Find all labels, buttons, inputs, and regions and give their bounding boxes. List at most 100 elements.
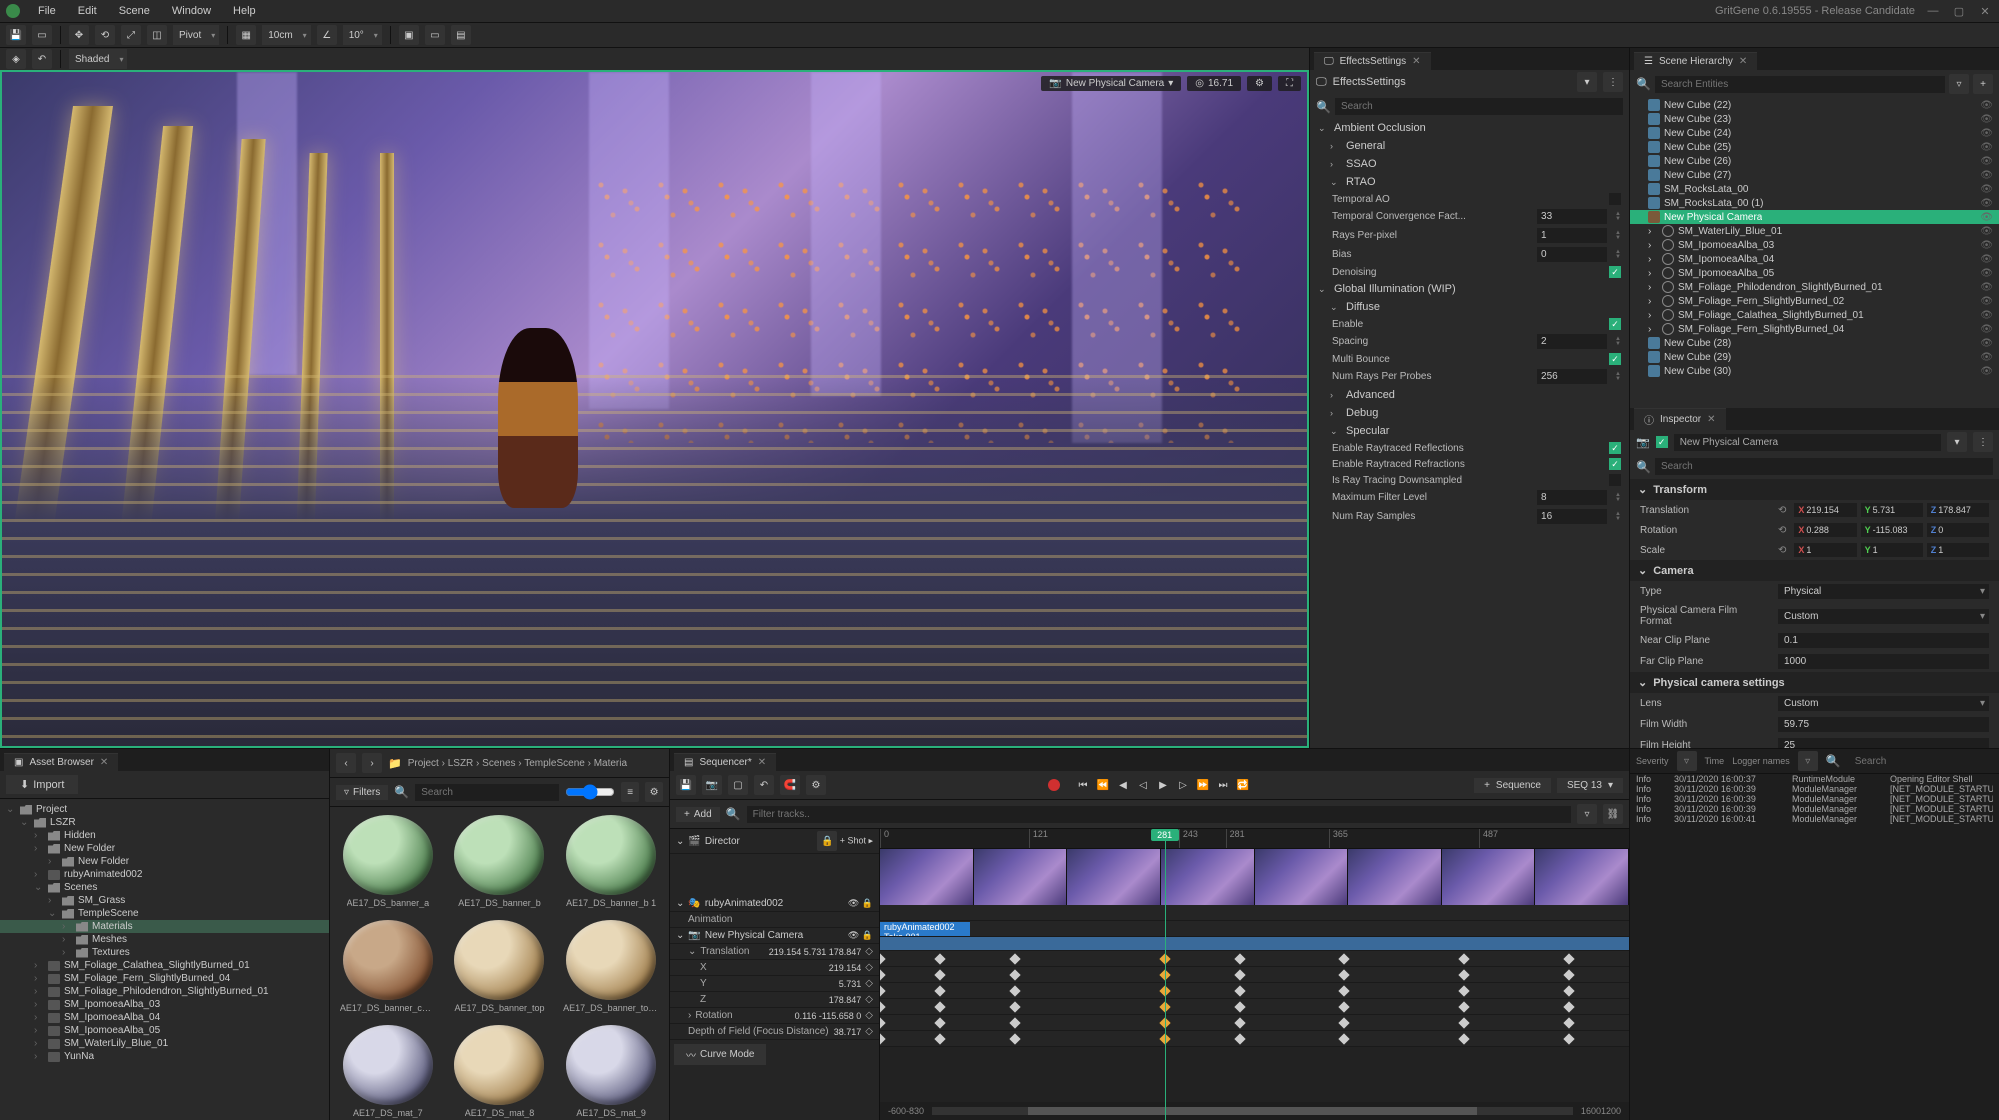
project-tree-item[interactable]: ›Textures [0, 946, 329, 959]
visibility-icon[interactable]: 👁 [1980, 226, 1993, 237]
section-advanced[interactable]: ›Advanced [1310, 386, 1629, 404]
more-icon[interactable]: ⋮ [1973, 432, 1993, 452]
keyframe[interactable] [1459, 1033, 1470, 1044]
asset-item[interactable]: AE17_DS_mat_9 [559, 1023, 663, 1120]
translation-track[interactable]: ⌄Translation219.154 5.731 178.847◇ [670, 944, 879, 960]
section-transform[interactable]: ⌄Transform [1630, 479, 1999, 500]
track-filter-input[interactable] [747, 806, 1571, 823]
hierarchy-item[interactable]: New Cube (27)👁 [1630, 168, 1999, 182]
transform-tool-icon[interactable]: ◫ [147, 25, 167, 45]
log-row[interactable]: Info30/11/2020 16:00:39ModuleManager[NET… [1630, 794, 1999, 804]
project-tree-item[interactable]: ›SM_IpomoeaAlba_04 [0, 1011, 329, 1024]
maximize-button[interactable]: ▢ [1951, 4, 1967, 18]
checkbox[interactable] [1609, 266, 1621, 278]
reset-icon[interactable]: ⟲ [1778, 525, 1786, 536]
forward-icon[interactable]: › [362, 753, 382, 773]
settings-icon[interactable]: ▤ [451, 25, 471, 45]
chevron-icon[interactable]: › [34, 973, 44, 984]
project-tree-item[interactable]: ›YunNa [0, 1050, 329, 1063]
chevron-right-icon[interactable]: › [1648, 324, 1658, 335]
filter-icon[interactable]: ▿ [1577, 804, 1597, 824]
build-icon[interactable]: ▭ [425, 25, 445, 45]
close-button[interactable]: ✕ [1977, 4, 1993, 18]
number-input[interactable]: 2 [1537, 334, 1607, 349]
visibility-icon[interactable]: 👁 [1980, 324, 1993, 335]
keyframe[interactable] [1234, 1017, 1245, 1028]
keyframe[interactable] [934, 969, 945, 980]
close-tab-icon[interactable]: ✕ [100, 757, 108, 768]
chevron-icon[interactable]: › [34, 830, 44, 841]
keyframe[interactable] [1459, 1017, 1470, 1028]
keyframe[interactable] [934, 1017, 945, 1028]
effects-search-input[interactable] [1335, 98, 1623, 115]
hierarchy-item[interactable]: ›SM_Foliage_Fern_SlightlyBurned_02👁 [1630, 294, 1999, 308]
log-row[interactable]: Info30/11/2020 16:00:39ModuleManager[NET… [1630, 804, 1999, 814]
chevron-right-icon[interactable]: › [1648, 296, 1658, 307]
pivot-dropdown[interactable]: Pivot [173, 25, 219, 45]
menu-scene[interactable]: Scene [109, 3, 160, 19]
record-button[interactable] [1048, 779, 1060, 791]
hierarchy-item[interactable]: ›SM_WaterLily_Blue_01👁 [1630, 224, 1999, 238]
anim-subtrack[interactable]: Animation [670, 912, 879, 928]
keyframe[interactable] [1459, 953, 1470, 964]
chevron-right-icon[interactable]: › [1648, 226, 1658, 237]
seq-render-icon[interactable]: ▢ [728, 775, 748, 795]
asset-item[interactable]: AE17_DS_banner_center [336, 918, 440, 1015]
loop-icon[interactable]: 🔁 [1234, 776, 1252, 794]
save-icon[interactable]: 💾 [6, 25, 26, 45]
sequencer-tab[interactable]: ▤ Sequencer* ✕ [674, 753, 776, 771]
visibility-icon[interactable]: 👁 [1980, 142, 1993, 153]
entity-enabled-checkbox[interactable] [1656, 436, 1668, 448]
hierarchy-item[interactable]: New Cube (29)👁 [1630, 350, 1999, 364]
section-physical-camera[interactable]: ⌄Physical camera settings [1630, 672, 1999, 693]
reset-icon[interactable]: ⟲ [1778, 545, 1786, 556]
far-clip-input[interactable]: 1000 [1778, 654, 1989, 669]
section-rtao[interactable]: ⌄RTAO [1310, 173, 1629, 191]
close-tab-icon[interactable]: ✕ [1412, 56, 1420, 67]
keyframe[interactable] [1339, 1033, 1350, 1044]
chevron-right-icon[interactable]: › [1648, 268, 1658, 279]
asset-item[interactable]: AE17_DS_banner_a [336, 813, 440, 910]
project-tree-item[interactable]: ›SM_IpomoeaAlba_03 [0, 998, 329, 1011]
minimize-button[interactable]: — [1925, 4, 1941, 18]
viewport-layers-icon[interactable]: ◈ [6, 49, 26, 69]
x-track[interactable]: X219.154◇ [670, 960, 879, 976]
chevron-icon[interactable]: › [34, 869, 44, 880]
back-icon[interactable]: ‹ [336, 753, 356, 773]
keyframe[interactable] [880, 1001, 886, 1012]
seq-settings-icon[interactable]: ⚙ [806, 775, 826, 795]
checkbox[interactable] [1609, 474, 1621, 486]
chevron-icon[interactable]: ⌄ [6, 804, 16, 815]
hierarchy-item[interactable]: ›SM_Foliage_Calathea_SlightlyBurned_01👁 [1630, 308, 1999, 322]
project-tree-item[interactable]: ›SM_Foliage_Philodendron_SlightlyBurned_… [0, 985, 329, 998]
step-back-icon[interactable]: ◀ [1114, 776, 1132, 794]
asset-item[interactable]: AE17_DS_banner_b 1 [559, 813, 663, 910]
playhead[interactable] [1165, 829, 1166, 1120]
keyframe[interactable] [1234, 985, 1245, 996]
play-icon[interactable]: ▣ [399, 25, 419, 45]
visibility-icon[interactable]: 👁 [1980, 184, 1993, 195]
visibility-icon[interactable]: 👁 [1980, 296, 1993, 307]
go-end-icon[interactable]: ⏭ [1214, 776, 1232, 794]
section-specular[interactable]: ⌄Specular [1310, 422, 1629, 440]
keyframe[interactable] [1563, 1001, 1574, 1012]
chevron-right-icon[interactable]: › [1648, 282, 1658, 293]
visibility-icon[interactable]: 👁 [1980, 352, 1993, 363]
anim-track[interactable]: ⌄🎭rubyAnimated002👁 🔒 [670, 896, 879, 912]
hierarchy-item[interactable]: ›SM_IpomoeaAlba_04👁 [1630, 252, 1999, 266]
number-input[interactable]: 33 [1537, 209, 1607, 224]
visibility-icon[interactable]: 👁 [1980, 128, 1993, 139]
project-tree-item[interactable]: ⌄Scenes [0, 881, 329, 894]
asset-item[interactable]: AE17_DS_mat_7 [336, 1023, 440, 1120]
list-view-icon[interactable]: ≡ [621, 782, 639, 802]
play-reverse-icon[interactable]: ◁ [1134, 776, 1152, 794]
checkbox[interactable] [1609, 458, 1621, 470]
translation-xyz[interactable]: X219.154 Y5.731 Z178.847 [1794, 503, 1989, 517]
prev-key-icon[interactable]: ⏪ [1094, 776, 1112, 794]
visibility-icon[interactable]: 👁 [1980, 254, 1993, 265]
grid-size-dropdown[interactable]: 10cm [262, 25, 310, 45]
hierarchy-item[interactable]: ›SM_Foliage_Fern_SlightlyBurned_04👁 [1630, 322, 1999, 336]
checkbox[interactable] [1609, 193, 1621, 205]
checkbox[interactable] [1609, 353, 1621, 365]
chevron-icon[interactable]: › [62, 947, 72, 958]
